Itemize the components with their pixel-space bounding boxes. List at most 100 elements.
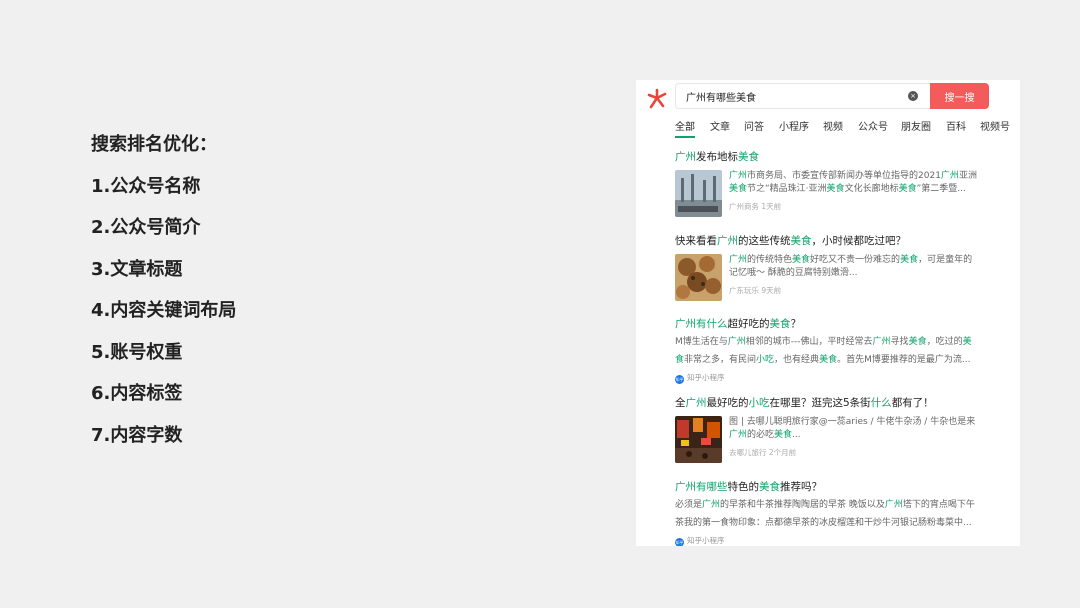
result-source[interactable]: 知乎 知乎小程序 [675,372,995,384]
result-snippet: 记忆哦～ 酥脆的豆腐特别嫩滑... [729,267,991,280]
keyword-highlight: 美食 [769,318,791,330]
search-box: × [675,83,966,109]
result-snippet: 食非常之多，有民间小吃，也有经典美食。首先M博要推荐的是最广为流... [675,354,995,367]
zhihu-icon: 知乎 [675,375,684,384]
keyword-highlight: 美食 [759,481,780,493]
result-item: 广州有哪些特色的美食推荐吗？ 必须是广州的早茶和牛茶推荐陶陶居的早茶 晚饭以及广… [675,480,995,546]
text-segment: ，可是童年的 [918,255,973,265]
text-segment: 好吃又不贵一份难忘的 [810,255,901,265]
keyword-highlight: 有哪些 [696,481,728,493]
list-item: 1.公众号名称 [91,175,201,197]
result-snippet: M博生活在与广州相邻的城市---佛山，平时经常去广州寻找美食，吃过的美 [675,336,995,349]
tab-mini-program[interactable]: 小程序 [779,121,809,135]
text-segment: ”第二季暨... [916,184,966,194]
keyword-highlight: 美食 [898,184,917,194]
keyword-highlight: 美食 [908,337,927,347]
result-meta: 广东玩乐 9天前 [729,286,782,295]
list-item: 7.内容字数 [91,424,183,446]
text-segment: 都有了！ [891,397,934,409]
result-meta: 广州商务 1天前 [729,202,782,211]
keyword-highlight: 小吃 [756,355,775,365]
keyword-highlight: 美食 [729,184,748,194]
text-segment: ，吃过的 [926,337,963,347]
text-segment: 亚洲 [958,171,977,181]
result-meta: 去哪儿旅行 2个月前 [729,448,797,457]
text-segment: 最好吃的 [706,397,749,409]
text-segment: 在哪里？逛完这5条街 [769,397,871,409]
text-segment: 超好吃的 [727,318,770,330]
search-button[interactable]: 搜一搜 [930,83,989,109]
list-item: 3.文章标题 [91,258,183,280]
keyword-highlight: 广州 [675,318,696,330]
clear-icon[interactable]: × [908,91,918,101]
result-source[interactable]: 知乎 知乎小程序 [675,535,995,546]
tab-qa[interactable]: 问答 [744,121,764,135]
result-title[interactable]: 全广州最好吃的小吃在哪里？逛完这5条街什么都有了！ [675,396,995,410]
result-snippet: 图 | 去哪儿聪明旅行家@一蕊aries / 牛佬牛杂汤 / 牛杂也是来 [729,416,991,429]
text-segment: 快来看看 [675,235,717,247]
result-snippet: 必须是广州的早茶和牛茶推荐陶陶居的早茶 晚饭以及广州塔下的宵点喝下午 [675,499,995,512]
text-segment: 文化长廊地标 [844,184,899,194]
text-segment: 的传统特色 [747,255,793,265]
keyword-highlight: 美食 [738,151,759,163]
tab-moments[interactable]: 朋友圈 [901,121,931,135]
text-segment: 塔下的宵点喝下午 [902,500,975,510]
result-thumbnail[interactable] [675,254,722,301]
result-item: 快来看看广州的这些传统美食，小时候都吃过吧？ 广州的传统特色美食好吃又不贵一份难… [675,234,995,301]
keyword-highlight: 广州 [702,500,721,510]
search-tabs: 全部 文章 问答 小程序 视频 公众号 朋友圈 百科 视频号 [675,121,1020,138]
result-item: 全广州最好吃的小吃在哪里？逛完这5条街什么都有了！ 图 | 去哪儿聪明旅行家@一… [675,396,995,463]
text-segment: ？ [790,318,802,330]
result-title[interactable]: 广州有哪些特色的美食推荐吗？ [675,480,995,494]
keyword-highlight: 食 [675,355,685,365]
keyword-highlight: 广州 [884,500,903,510]
keyword-highlight: 广州 [729,430,748,440]
result-item: 广州有什么超好吃的美食？ M博生活在与广州相邻的城市---佛山，平时经常去广州寻… [675,317,995,384]
keyword-highlight: 美食 [900,255,919,265]
text-segment: 记忆哦～ 酥脆的豆腐特别嫩滑... [729,268,858,278]
result-item: 广州发布地标美食 广州市商务局、市委宣传部新闻办等单位指导的2021广州亚洲 美… [675,150,995,217]
tab-channels[interactable]: 视频号 [980,121,1010,135]
keyword-highlight: 广州 [675,481,696,493]
source-label: 知乎小程序 [687,536,725,545]
keyword-highlight: 广州 [717,235,738,247]
text-segment: ，也有经典 [774,355,820,365]
keyword-highlight: 美食 [790,235,812,247]
list-title: 搜索排名优化： [91,134,217,155]
keyword-highlight: 广州 [872,337,891,347]
result-title[interactable]: 广州发布地标美食 [675,150,995,164]
result-snippet: 茶我的第一食物印象：点都德早茶的冰皮榴莲和干炒牛河银记肠粉毒菜中... [675,517,995,530]
text-segment: 非常之多，有民间 [684,355,757,365]
tab-articles[interactable]: 文章 [710,121,730,135]
text-segment: 发布地标 [696,151,738,163]
text-segment: 必须是 [675,500,703,510]
tab-baike[interactable]: 百科 [946,121,966,135]
tab-official-account[interactable]: 公众号 [858,121,888,135]
text-segment: 图 | 去哪儿聪明旅行家@一蕊aries / 牛佬牛杂汤 / 牛杂也是来 [729,417,976,427]
list-item: 5.账号权重 [91,341,183,363]
sou-logo-icon [647,88,667,109]
result-thumbnail[interactable] [675,416,722,463]
list-item: 4.内容关键词布局 [91,300,237,321]
text-segment: 的早茶和牛茶推荐陶陶居的早茶 晚饭以及 [720,500,885,510]
list-item: 6.内容标签 [91,383,183,404]
text-segment: ，小时候都吃过吧？ [811,235,907,247]
result-title[interactable]: 快来看看广州的这些传统美食，小时候都吃过吧？ [675,234,995,248]
text-segment: M博生活在与 [675,337,728,347]
keyword-highlight: 美食 [792,255,811,265]
text-segment: 。首先M博要推荐的是最广为流... [837,355,971,365]
search-panel: × 搜一搜 全部 文章 问答 小程序 视频 公众号 朋友圈 百科 视频号 广州发… [636,80,1020,546]
keyword-highlight: 广州 [685,397,707,409]
result-snippet: 美食节之“精品珠江·亚洲美食文化长廊地标美食”第二季暨... [729,183,991,196]
text-segment: 市商务局、市委宣传部新闻办等单位指导的2021 [747,171,941,181]
list-item: 2.公众号简介 [91,217,201,238]
result-title[interactable]: 广州有什么超好吃的美食？ [675,317,995,331]
tab-video[interactable]: 视频 [823,121,843,135]
result-thumbnail[interactable] [675,170,722,217]
keyword-highlight: 美食 [774,430,793,440]
optimization-list: 搜索排名优化： 1.公众号名称 2.公众号简介 3.文章标题 4.内容关键词布局… [91,124,551,456]
search-input[interactable] [686,84,916,108]
tab-all[interactable]: 全部 [675,121,695,138]
keyword-highlight: 广州 [727,337,746,347]
text-segment: 茶我的第一食物印象：点都德早茶的冰皮榴莲和干炒牛河银记肠粉毒菜中... [675,518,972,528]
